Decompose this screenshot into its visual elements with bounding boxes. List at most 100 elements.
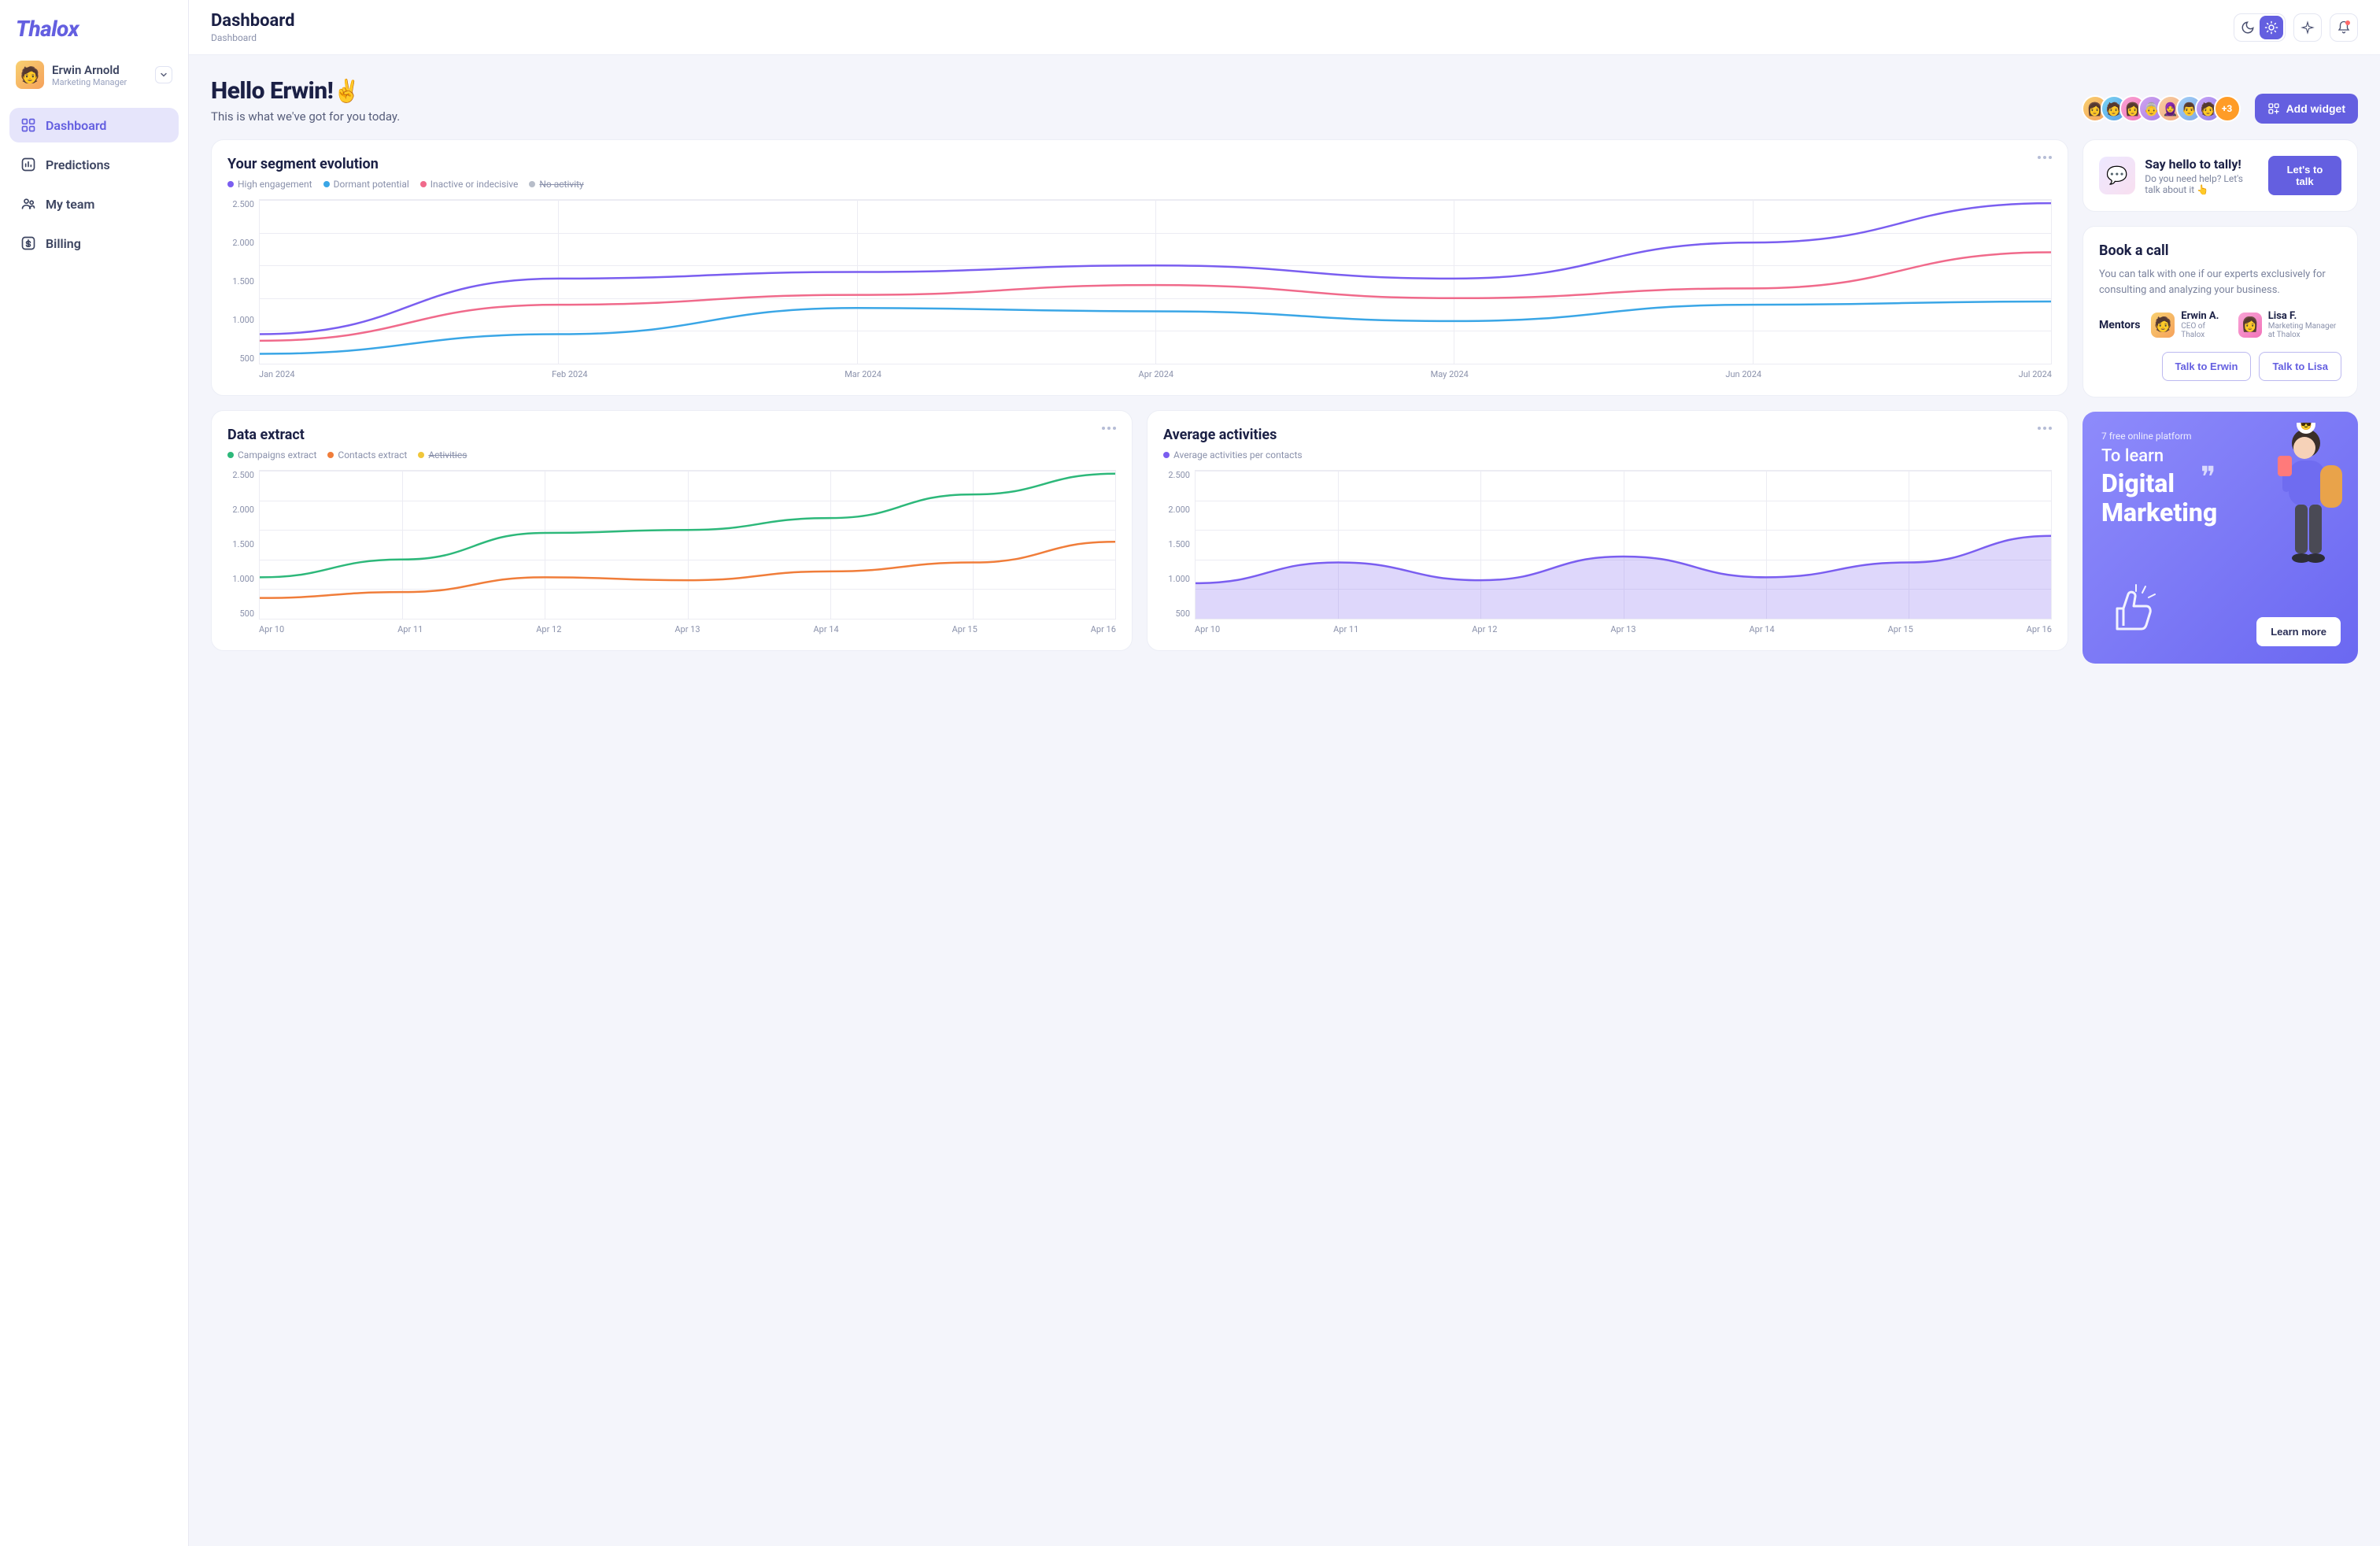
- sidebar-item-my-team[interactable]: My team: [9, 187, 179, 221]
- y-tick: 1.000: [227, 315, 254, 325]
- sidebar-item-billing[interactable]: Billing: [9, 226, 179, 261]
- average-activities-card: Average activities Average activities pe…: [1147, 410, 2068, 651]
- legend-dot: [323, 181, 330, 187]
- y-tick: 2.500: [227, 199, 254, 209]
- mentor-name: Lisa F.: [2268, 310, 2341, 322]
- legend-item: Dormant potential: [323, 179, 409, 190]
- widget-add-icon: [2267, 102, 2280, 115]
- sidebar-item-label: Billing: [46, 236, 81, 251]
- chart-icon: [20, 157, 36, 172]
- y-tick: 2.000: [1163, 505, 1190, 515]
- legend-item: No activity: [529, 179, 583, 190]
- legend: High engagement Dormant potential Inactive…: [227, 179, 584, 190]
- chart: 2.5002.0001.5001.000500 Apr 10Apr 11Apr …: [1163, 470, 2052, 634]
- sidebar-item-dashboard[interactable]: Dashboard: [9, 108, 179, 142]
- profile-menu-toggle[interactable]: [155, 66, 172, 83]
- sidebar-item-label: Dashboard: [46, 118, 106, 133]
- tally-card: 💬 Say hello to tally! Do you need help? …: [2082, 139, 2358, 212]
- card-menu-button[interactable]: [2038, 427, 2052, 430]
- talk-erwin-button[interactable]: Talk to Erwin: [2162, 352, 2252, 381]
- y-tick: 2.500: [1163, 470, 1190, 480]
- quote-icon: ❞: [2201, 460, 2216, 494]
- legend-dot: [227, 452, 234, 458]
- avatar-overflow[interactable]: +3: [2214, 95, 2241, 122]
- sidebar-item-label: Predictions: [46, 157, 110, 172]
- sparkle-icon: [2301, 20, 2315, 35]
- sidebar-item-predictions[interactable]: Predictions: [9, 147, 179, 182]
- x-tick: Apr 16: [2027, 624, 2052, 634]
- user-avatar: 🧑: [16, 61, 44, 89]
- thumbs-up-icon: [2101, 579, 2156, 643]
- legend-item: Inactive or indecisive: [420, 179, 519, 190]
- promo-person-illustration: 😎: [2260, 423, 2347, 572]
- y-tick: 500: [227, 608, 254, 619]
- card-menu-button[interactable]: [2038, 156, 2052, 159]
- x-tick: Mar 2024: [844, 369, 881, 379]
- page-title: Dashboard: [211, 11, 295, 31]
- x-tick: Apr 15: [952, 624, 978, 634]
- y-tick: 2.000: [227, 238, 254, 248]
- y-tick: 1.500: [1163, 539, 1190, 549]
- dark-mode-button[interactable]: [2236, 16, 2260, 39]
- promo-card: 7 free online platform To learn DigitalM…: [2082, 412, 2358, 664]
- mentor: 👩 Lisa F. Marketing Manager at Thalox: [2238, 310, 2341, 339]
- card-title: Book a call: [2099, 242, 2341, 259]
- tally-illustration: 💬: [2099, 157, 2135, 194]
- mentor: 🧑 Erwin A. CEO of Thalox: [2151, 310, 2227, 339]
- legend-dot: [227, 181, 234, 187]
- x-tick: Apr 10: [1195, 624, 1220, 634]
- x-tick: Jun 2024: [1725, 369, 1761, 379]
- x-tick: Apr 12: [1472, 624, 1497, 634]
- light-mode-button[interactable]: [2260, 16, 2283, 39]
- legend-label: High engagement: [238, 179, 312, 190]
- y-tick: 2.500: [227, 470, 254, 480]
- x-tick: May 2024: [1431, 369, 1469, 379]
- book-desc: You can talk with one if our experts exc…: [2099, 267, 2341, 298]
- notifications-button[interactable]: [2330, 13, 2358, 42]
- hello-heading: Hello Erwin!✌️: [211, 77, 400, 105]
- x-tick: Apr 16: [1091, 624, 1116, 634]
- dollar-icon: [20, 235, 36, 251]
- tally-sub: Do you need help? Let's talk about it 👆: [2145, 173, 2259, 195]
- y-tick: 500: [1163, 608, 1190, 619]
- sidebar-item-label: My team: [46, 197, 94, 212]
- sidebar: Thalox 🧑 Erwin Arnold Marketing Manager …: [0, 0, 189, 1546]
- x-tick: Apr 2024: [1139, 369, 1174, 379]
- card-menu-button[interactable]: [1102, 427, 1116, 430]
- sparkle-button[interactable]: [2293, 13, 2322, 42]
- mentor-role: Marketing Manager at Thalox: [2268, 322, 2341, 339]
- victory-emoji: ✌️: [333, 78, 360, 104]
- y-tick: 500: [227, 353, 254, 364]
- chart: 2.5002.0001.5001.000500 Apr 10Apr 11Apr …: [227, 470, 1116, 634]
- x-tick: Apr 14: [814, 624, 839, 634]
- moon-icon: [2241, 20, 2255, 35]
- y-tick: 2.000: [227, 505, 254, 515]
- hello-sub: This is what we've got for you today.: [211, 109, 400, 124]
- card-title: Average activities: [1163, 427, 1303, 443]
- legend-item: Campaigns extract: [227, 449, 316, 460]
- legend-item: Contacts extract: [327, 449, 407, 460]
- add-widget-label: Add widget: [2286, 102, 2345, 115]
- legend-label: Contacts extract: [338, 449, 407, 460]
- x-tick: Apr 15: [1888, 624, 1913, 634]
- x-tick: Apr 12: [536, 624, 561, 634]
- legend: Campaigns extractContacts extractActivit…: [227, 449, 467, 460]
- svg-text:😎: 😎: [2301, 423, 2312, 431]
- grid-icon: [20, 117, 36, 133]
- legend-label: Dormant potential: [334, 179, 409, 190]
- tally-talk-button[interactable]: Let's to talk: [2268, 156, 2341, 195]
- add-widget-button[interactable]: Add widget: [2255, 94, 2358, 124]
- book-call-card: Book a call You can talk with one if our…: [2082, 226, 2358, 398]
- data-extract-card: Data extract Campaigns extractContacts e…: [211, 410, 1133, 651]
- x-tick: Apr 13: [1610, 624, 1635, 634]
- legend-dot: [420, 181, 427, 187]
- segment-evolution-card: Your segment evolution High engagementDo…: [211, 139, 2068, 396]
- learn-more-button[interactable]: Learn more: [2256, 617, 2341, 646]
- mentor-name: Erwin A.: [2181, 310, 2227, 322]
- avatar-stack: 👩 🧑 👩 👵 🧕 👨 🧑 +3: [2082, 95, 2241, 122]
- legend: Average activities per contacts: [1163, 449, 1303, 460]
- brand-logo: Thalox: [9, 16, 179, 42]
- theme-toggle: [2234, 13, 2286, 42]
- talk-lisa-button[interactable]: Talk to Lisa: [2259, 352, 2341, 381]
- legend-label: Campaigns extract: [238, 449, 316, 460]
